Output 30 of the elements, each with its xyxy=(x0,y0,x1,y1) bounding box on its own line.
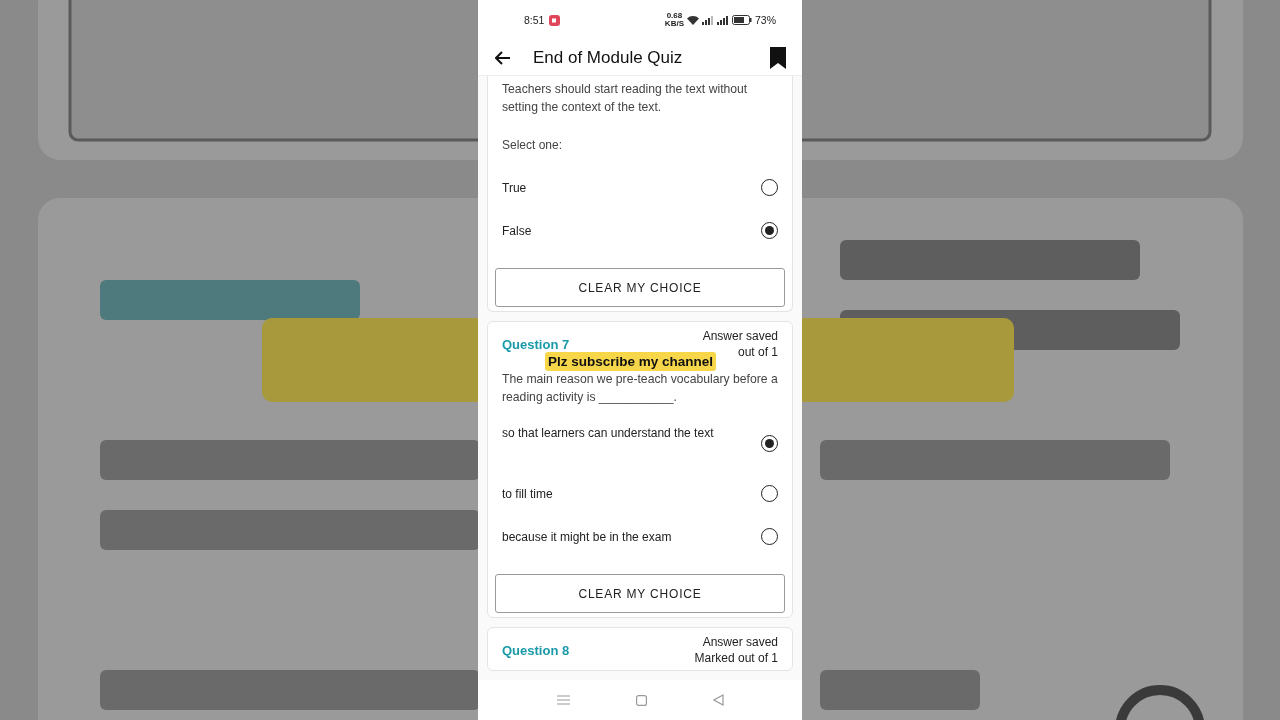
option-label: to fill time xyxy=(502,486,553,501)
question-text: The main reason we pre-teach vocabulary before a reading activity is ___________. xyxy=(502,371,778,406)
screen-title: End of Module Quiz xyxy=(533,47,684,68)
signal-icon xyxy=(702,15,714,25)
home-square-icon[interactable] xyxy=(635,694,647,706)
select-prompt: Select one: xyxy=(502,138,564,152)
wifi-icon xyxy=(687,15,699,25)
option-label: because it might be in the exam xyxy=(502,529,672,544)
clear-choice-button[interactable]: CLEAR MY CHOICE xyxy=(495,574,785,613)
back-arrow-icon[interactable] xyxy=(495,50,511,65)
network-speed: 0.68 KB/S xyxy=(664,12,684,28)
back-triangle-icon[interactable] xyxy=(712,694,724,706)
clock-time: 8:51 xyxy=(524,14,545,26)
answer-status: Answer saved xyxy=(702,328,778,344)
question-number: Question 7 xyxy=(502,336,570,352)
question-number: Question 8 xyxy=(502,642,570,658)
record-icon xyxy=(549,14,561,26)
option-label: True xyxy=(502,180,527,195)
option-label: so that learners can understand the text xyxy=(502,426,714,440)
clear-choice-button[interactable]: CLEAR MY CHOICE xyxy=(495,268,785,307)
battery-percent: 73% xyxy=(755,14,776,26)
signal-icon xyxy=(717,15,729,25)
subtitle-caption: Plz subscribe my channel xyxy=(545,352,717,371)
answer-status: Answer saved xyxy=(702,634,778,650)
marks-label: out of 1 xyxy=(737,344,778,360)
marks-label: Marked out of 1 xyxy=(694,650,778,666)
question-text: Teachers should start reading the text without setting the context of the text. xyxy=(502,81,749,116)
option-label: False xyxy=(502,223,532,238)
bookmark-icon[interactable] xyxy=(770,46,786,69)
battery-icon xyxy=(732,15,752,25)
